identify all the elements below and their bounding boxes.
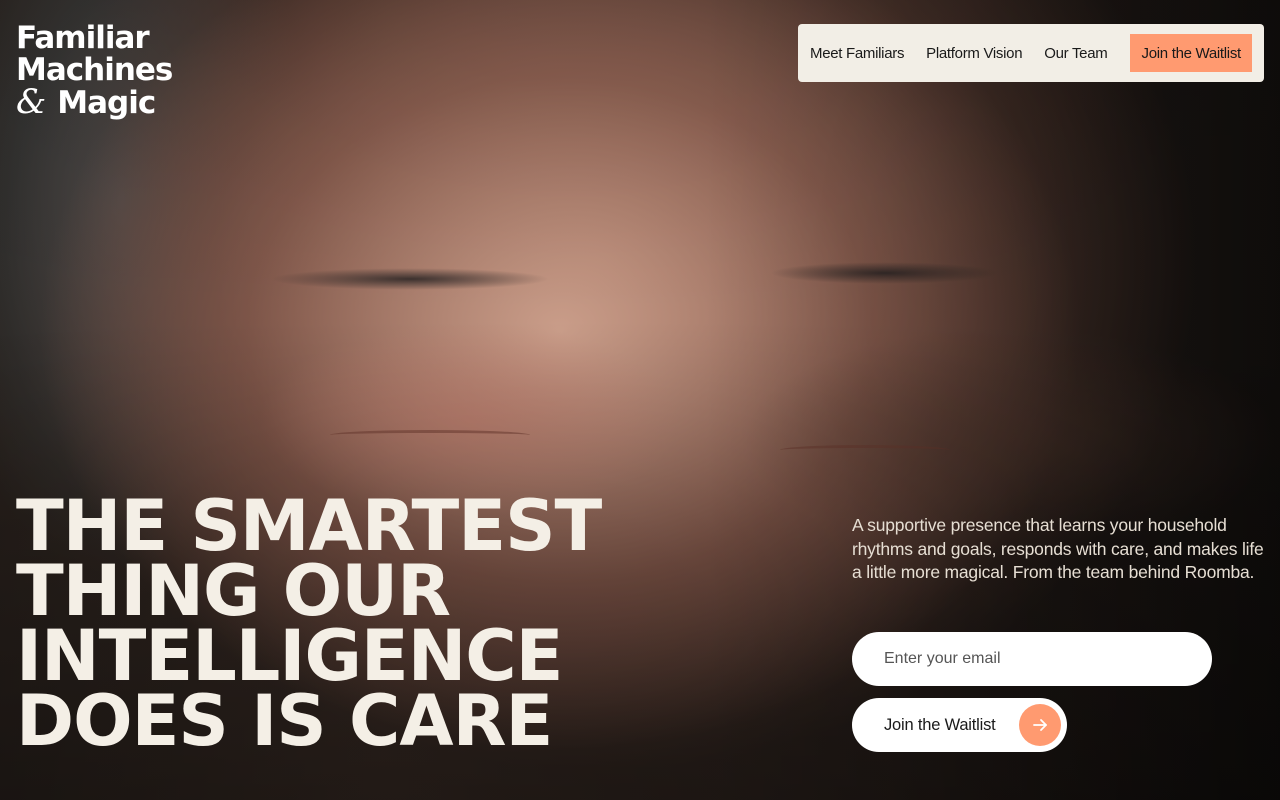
arrow-right-icon: [1019, 704, 1061, 746]
nav-link-platform-vision[interactable]: Platform Vision: [926, 45, 1022, 62]
join-waitlist-button[interactable]: Join the Waitlist: [852, 698, 1067, 752]
nav-link-meet-familiars[interactable]: Meet Familiars: [810, 45, 904, 62]
brand-logo[interactable]: Familiar Machines & Magic: [16, 22, 186, 119]
hero-tagline: A supportive presence that learns your h…: [852, 515, 1264, 582]
hero-headline-line: DOES IS CARE: [16, 680, 553, 762]
top-navigation: Meet Familiars Platform Vision Our Team …: [798, 24, 1264, 82]
join-waitlist-label: Join the Waitlist: [884, 715, 996, 734]
nav-link-our-team[interactable]: Our Team: [1044, 45, 1107, 62]
brand-logo-line3-text: Magic: [57, 85, 156, 121]
nav-join-waitlist-button[interactable]: Join the Waitlist: [1130, 34, 1252, 72]
brand-logo-ampersand: &: [16, 82, 46, 122]
hero-headline: THE SMARTEST THING OUR INTELLIGENCE DOES…: [16, 491, 616, 762]
email-input[interactable]: [852, 632, 1212, 686]
brand-logo-line1: Familiar: [16, 20, 150, 56]
brand-logo-line3: & Magic: [16, 85, 186, 121]
